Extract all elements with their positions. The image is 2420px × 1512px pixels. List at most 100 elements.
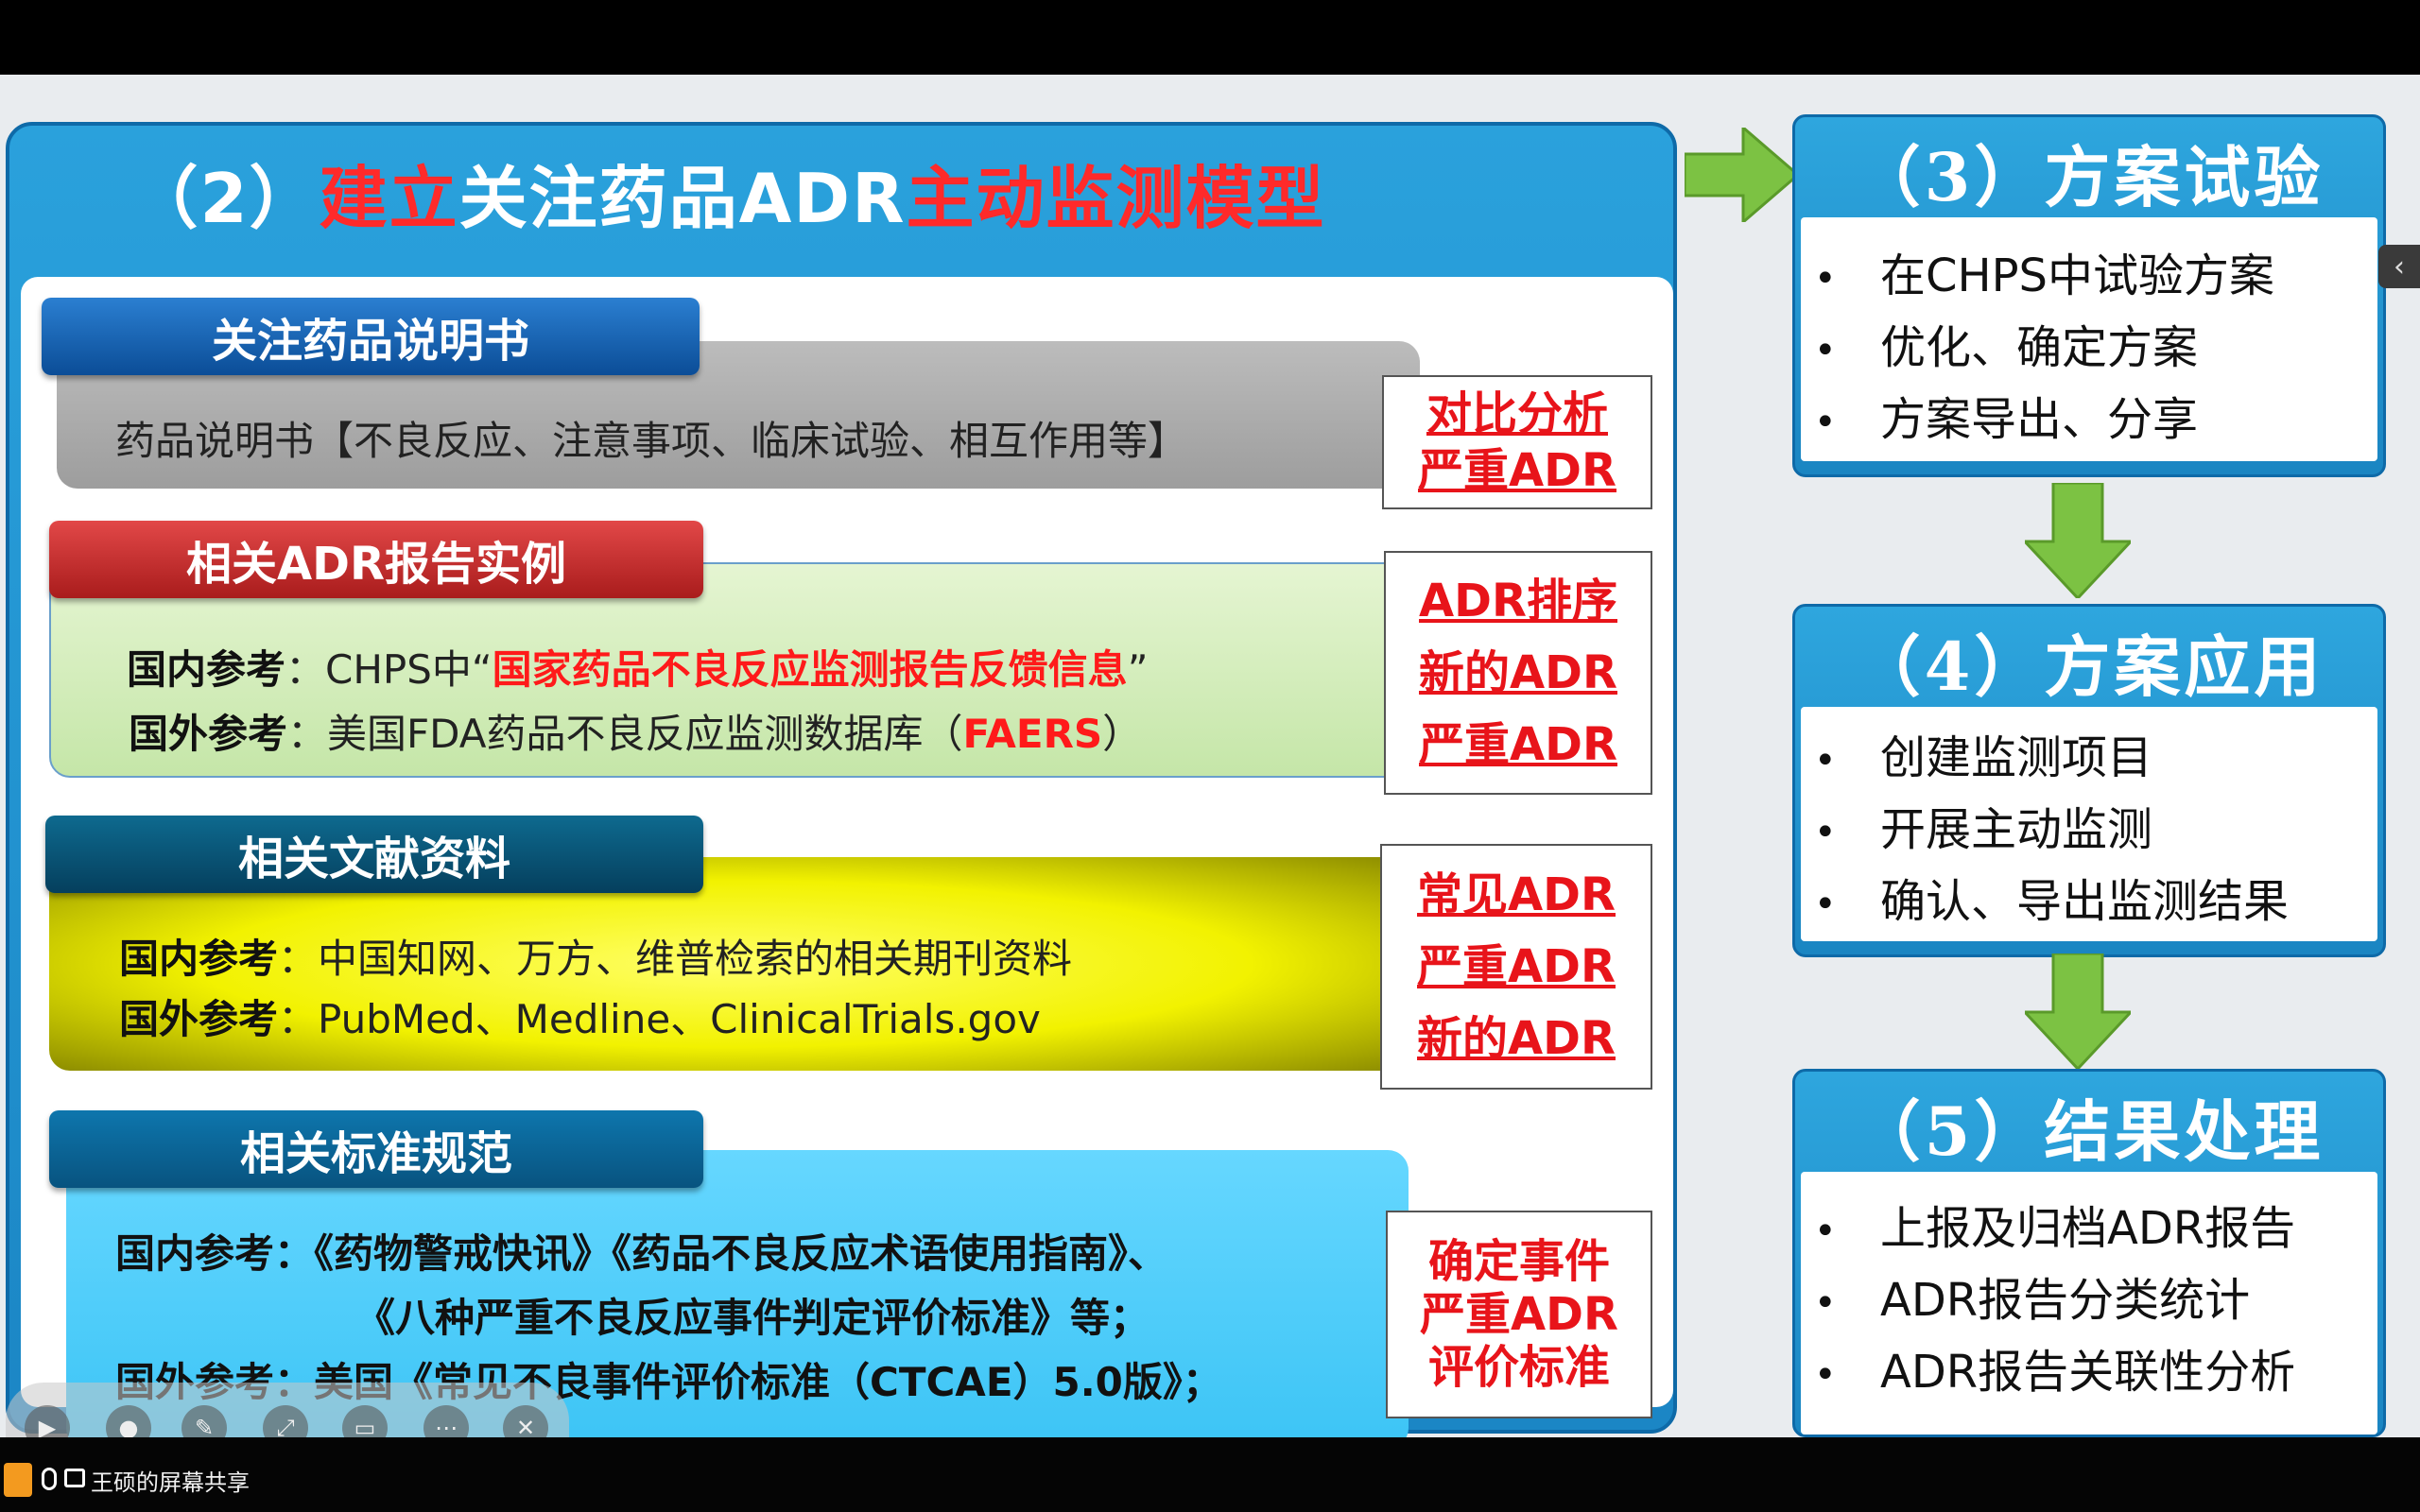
slide: （2）建立关注药品ADR主动监测模型 关注药品说明书 药品说明书【不良反应、注意… [0, 75, 2420, 1437]
main-title-mid: 关注药品ADR [458, 159, 907, 238]
participant-icon[interactable] [4, 1463, 32, 1497]
section-standards-tab: 相关标准规范 [49, 1110, 703, 1188]
step-item-text: 确认、导出监测结果 [1880, 875, 2290, 928]
bullet: • [1814, 1281, 1837, 1325]
section-literature-line-1: 国内参考：中国知网、万方、维普检索的相关期刊资料 [119, 927, 1072, 985]
fullscreen-icon[interactable]: ⤢ [263, 1405, 308, 1437]
section-standards-line-1: 国内参考：《药物警戒快讯》《药品不良反应术语使用指南》、 [115, 1222, 1167, 1280]
step-panel-4: （4）方案应用 • 创建监测项目 • 开展主动监测 • 确认、导出监测结果 [1792, 604, 2386, 957]
step-list-item: • 确认、导出监测结果 [1814, 864, 2289, 930]
step-item-text: 开展主动监测 [1880, 803, 2153, 856]
line-label: 国内参考 [127, 646, 286, 693]
play-icon[interactable]: ▶ [25, 1405, 70, 1437]
section-literature-tab: 相关文献资料 [45, 816, 703, 893]
pen-icon[interactable]: ✎ [182, 1405, 227, 1437]
tag-text: 严重ADR [1418, 444, 1616, 497]
presentation-toolbar: ▶ ● ✎ ⤢ ▭ ⋯ ✕ [6, 1383, 569, 1437]
step-item-text: ADR报告分类统计 [1880, 1274, 2251, 1327]
close-icon[interactable]: ✕ [503, 1405, 548, 1437]
line-text: ” [1127, 646, 1149, 693]
step-item-text: 创建监测项目 [1880, 731, 2153, 784]
tag-text: 常见ADR [1417, 868, 1616, 921]
screen-share-icon[interactable] [64, 1469, 85, 1487]
main-title-red1: 建立 [319, 159, 459, 238]
step-list-item: • ADR报告关联性分析 [1814, 1334, 2295, 1400]
side-panel-toggle[interactable]: ‹ [2378, 245, 2420, 288]
step-title: （5）结果处理 [1854, 1092, 2325, 1171]
main-title: （2）建立关注药品ADR主动监测模型 [9, 143, 1446, 242]
meeting-bottom-bar [0, 1437, 2420, 1512]
bullet: • [1814, 1353, 1837, 1397]
tag-box-3: 常见ADR 严重ADR 新的ADR [1380, 844, 1652, 1090]
pointer-icon[interactable]: ● [106, 1405, 151, 1437]
main-inner: 关注药品说明书 药品说明书【不良反应、注意事项、临床试验、相互作用等】 对比分析… [21, 277, 1673, 1437]
tag-text: 确定事件 [1427, 1235, 1610, 1288]
step-list-item: • 上报及归档ADR报告 [1814, 1191, 2295, 1257]
line-highlight: 国家药品不良反应监测报告反馈信息 [492, 646, 1128, 693]
bullet: • [1814, 883, 1837, 926]
main-title-prefix: （2） [130, 159, 320, 238]
line-text: ） [1102, 711, 1143, 757]
step-item-text: ADR报告关联性分析 [1880, 1346, 2296, 1399]
bullet: • [1814, 257, 1837, 301]
tag-text: 新的ADR [1419, 646, 1617, 699]
step-list-item: • 创建监测项目 [1814, 720, 2152, 786]
more-icon[interactable]: ⋯ [424, 1405, 469, 1437]
line-label: 国外参考 [119, 996, 279, 1042]
step-list-item: • 开展主动监测 [1814, 792, 2152, 858]
step-list-item: • 优化、确定方案 [1814, 310, 2198, 376]
step-body: • 上报及归档ADR报告 • ADR报告分类统计 • ADR报告关联性分析 [1801, 1172, 2377, 1435]
tag-text: 严重ADR [1420, 1288, 1618, 1341]
section-adr-reports-tab: 相关ADR报告实例 [49, 521, 703, 598]
tag-box-2: ADR排序 新的ADR 严重ADR [1384, 551, 1652, 795]
bullet: • [1814, 329, 1837, 372]
screen-share-label: 王硕的屏幕共享 [91, 1469, 250, 1496]
step-list-item: • ADR报告分类统计 [1814, 1263, 2250, 1329]
step-body: • 创建监测项目 • 开展主动监测 • 确认、导出监测结果 [1801, 707, 2377, 941]
arrow-down-icon [2025, 483, 2131, 598]
tag-text: 严重ADR [1417, 940, 1616, 993]
step-body: • 在CHPS中试验方案 • 优化、确定方案 • 方案导出、分享 [1801, 217, 2377, 461]
top-black-bar [0, 0, 2420, 75]
section-adr-reports-line-1: 国内参考：CHPS中“国家药品不良反应监测报告反馈信息” [127, 638, 1148, 696]
step-title: （3）方案试验 [1854, 138, 2325, 216]
main-title-red2: 主动监测模型 [906, 159, 1326, 238]
step-item-text: 在CHPS中试验方案 [1880, 249, 2275, 302]
step-list-item: • 在CHPS中试验方案 [1814, 238, 2274, 304]
line-label: 国内参考： [115, 1230, 315, 1277]
step-item-text: 优化、确定方案 [1880, 321, 2199, 374]
section-drug-label-line: 药品说明书【不良反应、注意事项、临床试验、相互作用等】 [115, 418, 1188, 464]
line-text: ：美国FDA药品不良反应监测数据库（ [287, 711, 963, 757]
main-panel: （2）建立关注药品ADR主动监测模型 关注药品说明书 药品说明书【不良反应、注意… [6, 122, 1677, 1437]
line-text: 《八种严重不良反应事件判定评价标准》等； [355, 1295, 1150, 1341]
line-highlight: FAERS [962, 711, 1103, 757]
line-label: 国外参考 [129, 711, 288, 757]
microphone-icon[interactable] [42, 1468, 57, 1490]
step-panel-3: （3）方案试验 • 在CHPS中试验方案 • 优化、确定方案 • 方案导出、分享 [1792, 114, 2386, 477]
section-adr-reports-line-2: 国外参考：美国FDA药品不良反应监测数据库（FAERS） [129, 702, 1142, 760]
tag-box-1: 对比分析 严重ADR [1382, 375, 1652, 509]
tag-text: 评价标准 [1427, 1341, 1610, 1394]
line-text: ：CHPS中“ [285, 646, 493, 693]
arrow-right-icon [1685, 128, 1798, 222]
step-list-item: • 方案导出、分享 [1814, 382, 2198, 448]
bullet: • [1814, 739, 1837, 782]
step-title: （4）方案应用 [1854, 627, 2325, 706]
screenshot-icon[interactable]: ▭ [342, 1405, 388, 1437]
bullet: • [1814, 401, 1837, 444]
tag-text: 对比分析 [1426, 387, 1608, 440]
step-item-text: 方案导出、分享 [1880, 393, 2199, 446]
tag-text: 严重ADR [1419, 718, 1617, 771]
line-text: ：PubMed、Medline、ClinicalTrials.gov [278, 996, 1041, 1042]
bullet: • [1814, 811, 1837, 854]
tag-text: ADR排序 [1419, 575, 1617, 627]
section-literature-line-2: 国外参考：PubMed、Medline、ClinicalTrials.gov [119, 988, 1041, 1045]
bullet: • [1814, 1210, 1837, 1253]
line-text: 《药物警戒快讯》《药品不良反应术语使用指南》、 [314, 1230, 1168, 1277]
section-standards-line-2: 《八种严重不良反应事件判定评价标准》等； [355, 1286, 1150, 1344]
line-text: ：中国知网、万方、维普检索的相关期刊资料 [278, 936, 1073, 982]
step-item-text: 上报及归档ADR报告 [1880, 1202, 2296, 1255]
tag-box-4: 确定事件 严重ADR 评价标准 [1386, 1211, 1652, 1418]
arrow-down-icon [2025, 954, 2131, 1069]
section-drug-label-tab: 关注药品说明书 [42, 298, 700, 375]
